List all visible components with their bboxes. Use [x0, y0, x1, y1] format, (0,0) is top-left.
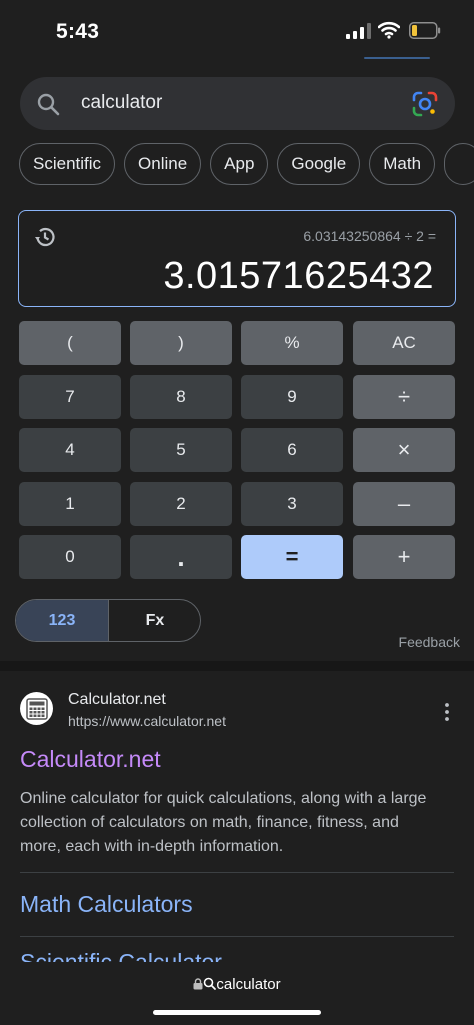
- feedback-link[interactable]: Feedback: [399, 634, 460, 650]
- key-0[interactable]: 0: [19, 535, 121, 579]
- sitelink-math-calculators[interactable]: Math Calculators: [20, 891, 193, 918]
- sitelink-scientific-calculator[interactable]: Scientific Calculator: [20, 947, 222, 962]
- key-equals[interactable]: =: [241, 535, 343, 579]
- key-subtract[interactable]: –: [353, 482, 455, 526]
- cellular-signal-icon: [346, 23, 371, 39]
- calculator-favicon-icon: [25, 697, 48, 720]
- mode-function-button[interactable]: Fx: [109, 600, 200, 641]
- history-icon[interactable]: [33, 225, 57, 249]
- key-decimal[interactable]: .: [130, 535, 232, 579]
- key-1[interactable]: 1: [19, 482, 121, 526]
- more-options-icon[interactable]: [440, 702, 454, 722]
- site-favicon[interactable]: [20, 692, 53, 725]
- key-6[interactable]: 6: [241, 428, 343, 472]
- result-site-name[interactable]: Calculator.net: [68, 691, 166, 709]
- sitelink-divider: [20, 872, 454, 873]
- key-multiply[interactable]: ×: [353, 428, 455, 472]
- key-all-clear[interactable]: AC: [353, 321, 455, 365]
- result-site-url[interactable]: https://www.calculator.net: [68, 713, 226, 729]
- search-icon: [204, 977, 217, 990]
- key-3[interactable]: 3: [241, 482, 343, 526]
- key-7[interactable]: 7: [19, 375, 121, 419]
- status-time: 5:43: [56, 20, 100, 43]
- address-bar-text: calculator: [216, 976, 281, 993]
- chip-google[interactable]: Google: [277, 143, 361, 185]
- sitelink-divider: [20, 936, 454, 937]
- key-8[interactable]: 8: [130, 375, 232, 419]
- calculator-mode-toggle: 123 Fx: [15, 599, 201, 642]
- key-divide[interactable]: ÷: [353, 375, 455, 419]
- chip-scientific[interactable]: Scientific: [19, 143, 116, 185]
- section-divider: [0, 661, 474, 671]
- chip-math[interactable]: Math: [369, 143, 436, 185]
- status-bar: 5:43: [0, 0, 474, 62]
- search-filter-chips: Scientific Online App Google Math: [19, 143, 474, 185]
- key-9[interactable]: 9: [241, 375, 343, 419]
- battery-icon: [409, 22, 441, 39]
- chip-more[interactable]: [444, 143, 474, 185]
- wifi-icon: [378, 21, 400, 39]
- chip-online[interactable]: Online: [124, 143, 202, 185]
- calculator-keypad: ( ) % AC 7 8 9 ÷ 4 5 6 × 1 2 3 – 0 . = +: [19, 321, 455, 580]
- tab-indicator: [364, 57, 430, 59]
- calculator-expression: 6.03143250864 ÷ 2 =: [303, 228, 436, 244]
- search-input[interactable]: calculator: [81, 92, 162, 114]
- key-percent[interactable]: %: [241, 321, 343, 365]
- key-4[interactable]: 4: [19, 428, 121, 472]
- search-icon: [37, 93, 60, 116]
- key-close-paren[interactable]: ): [130, 321, 232, 365]
- mode-basic-button[interactable]: 123: [16, 600, 109, 641]
- chip-app[interactable]: App: [210, 143, 269, 185]
- key-add[interactable]: +: [353, 535, 455, 579]
- google-lens-icon[interactable]: [412, 91, 438, 117]
- home-indicator[interactable]: [153, 1010, 321, 1015]
- key-5[interactable]: 5: [130, 428, 232, 472]
- result-snippet: Online calculator for quick calculations…: [20, 790, 427, 855]
- address-bar[interactable]: calculator: [0, 976, 474, 993]
- key-open-paren[interactable]: (: [19, 321, 121, 365]
- result-title-link[interactable]: Calculator.net: [20, 746, 161, 773]
- browser-bottom-bar: [0, 962, 474, 1025]
- calculator-result: 3.01571625432: [163, 255, 434, 297]
- key-2[interactable]: 2: [130, 482, 232, 526]
- lock-icon: [193, 978, 203, 990]
- google-search-page: 5:43 calculator Scientific Online App Go…: [0, 0, 474, 1025]
